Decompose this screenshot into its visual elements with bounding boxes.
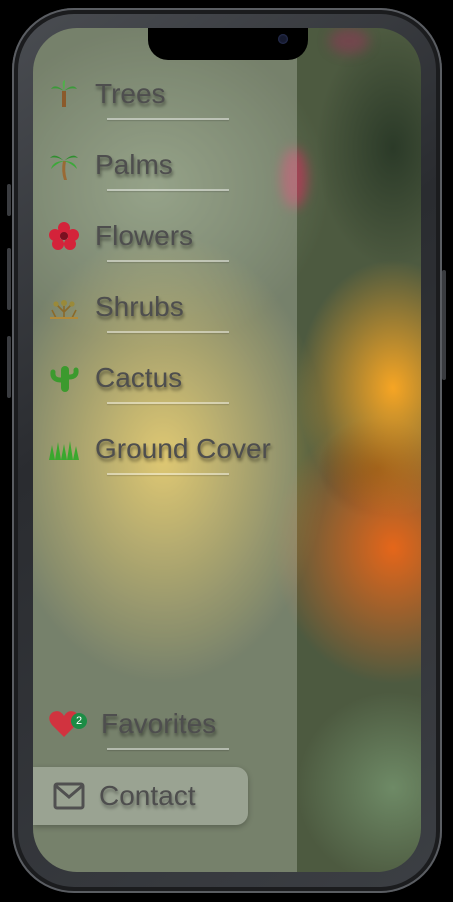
palm-icon [47, 148, 81, 182]
camera-icon [278, 34, 288, 44]
mail-icon [53, 782, 85, 810]
grass-icon [47, 432, 81, 466]
background-blossom [329, 28, 369, 54]
notch [148, 28, 308, 60]
palm-tree-icon [47, 77, 81, 111]
favorites-label: Favorites [101, 708, 217, 739]
menu-item-trees[interactable]: Trees [47, 66, 287, 122]
menu-item-label: Cactus [95, 362, 183, 393]
menu-item-label: Flowers [95, 220, 194, 251]
menu-divider [107, 331, 229, 333]
menu-item-favorites[interactable]: 2 Favorites [47, 696, 287, 752]
flower-icon [47, 219, 81, 253]
menu-item-label: Trees [95, 78, 166, 109]
menu-item-label: Palms [95, 149, 173, 180]
menu-item-cactus[interactable]: Cactus [47, 350, 287, 406]
menu-item-label: Ground Cover [95, 433, 271, 464]
power-button [442, 270, 446, 380]
menu-divider [107, 402, 229, 404]
volume-down-button [7, 336, 11, 398]
shrub-icon [47, 290, 81, 324]
menu-item-shrubs[interactable]: Shrubs [47, 279, 287, 335]
screen: Trees Palms Flowers Shrubs Cactus Ground… [33, 28, 421, 872]
heart-icon: 2 [47, 707, 87, 741]
contact-label: Contact [99, 780, 196, 811]
menu-divider [107, 260, 229, 262]
menu-item-ground-cover[interactable]: Ground Cover [47, 421, 287, 477]
menu-divider [107, 118, 229, 120]
menu-divider [107, 473, 229, 475]
menu-item-palms[interactable]: Palms [47, 137, 287, 193]
menu-item-flowers[interactable]: Flowers [47, 208, 287, 264]
side-menu-panel: Trees Palms Flowers Shrubs Cactus Ground… [33, 28, 297, 872]
volume-up-button [7, 248, 11, 310]
menu-item-label: Shrubs [95, 291, 184, 322]
menu-divider [107, 189, 229, 191]
contact-button[interactable]: Contact [33, 767, 248, 825]
menu-divider [107, 748, 229, 750]
silent-switch [7, 184, 11, 216]
cactus-icon [47, 361, 81, 395]
favorites-count-badge: 2 [71, 713, 87, 729]
